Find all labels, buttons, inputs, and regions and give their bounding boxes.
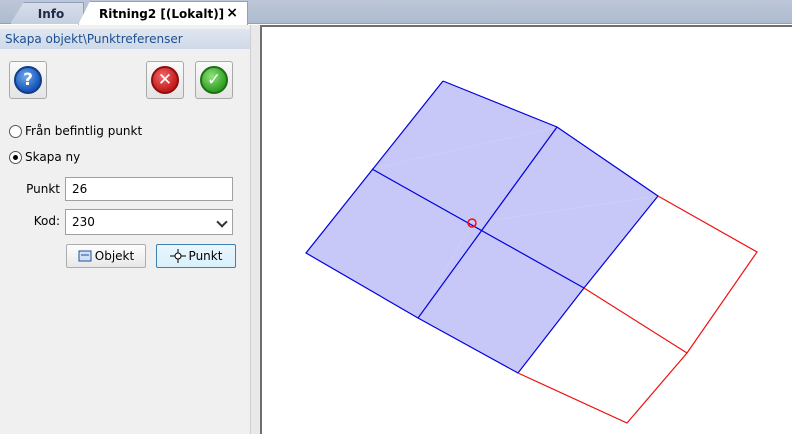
red-line [583,287,688,354]
drawing-svg [305,80,758,424]
